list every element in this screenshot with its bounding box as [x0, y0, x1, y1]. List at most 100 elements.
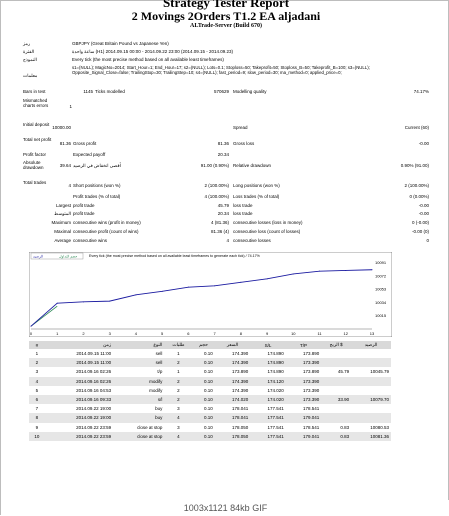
table-row: 1 2014.09.15 11:00 sell 1 0.10 174.390 174.890…	[29, 349, 391, 358]
table-row: 2 2014.09.15 11:00 sell 2 0.10 174.390 174.890…	[29, 358, 391, 368]
table-row: 10 2014.09.22 23:59 close at stop 4 0.10 178.…	[29, 431, 391, 441]
table-cell: 179.041	[285, 431, 322, 441]
max-drawdown-value: 91.00 (0.90%)	[200, 163, 229, 168]
table-header-row: # زمن النوع طلبات حجم السعر S/L T/P الربح $ الرصي…	[29, 341, 391, 349]
gross-loss-label: Gross loss	[233, 141, 255, 146]
table-cell: 1	[35, 351, 39, 357]
table-cell: 177.541	[250, 431, 286, 441]
balance-point	[135, 294, 137, 296]
column-header: الربح $	[321, 341, 352, 349]
parameters-value: s1=(NULL); MagicNo=2014; Start_Hour=1; E…	[72, 65, 370, 75]
table-cell: 2014.09.16 02:26	[44, 376, 114, 386]
table-cell	[351, 413, 391, 423]
table-cell	[351, 386, 391, 395]
short-positions-value: 2 (100.00%)	[204, 183, 229, 188]
balance-point	[345, 269, 347, 271]
max-consecutive-wins-label: consecutive wins (profit in money)	[73, 220, 141, 225]
balance-point	[214, 285, 216, 287]
table-cell: 0.10	[192, 394, 215, 405]
table-cell	[351, 358, 391, 368]
table-row: 9 2014.09.22 23:59 close at stop 3 0.10 178.0…	[29, 423, 391, 432]
table-cell: 178.050	[214, 431, 251, 441]
table-cell: 178.541	[302, 406, 320, 412]
maximal-loss-label: consecutive loss (count of losses)	[233, 229, 301, 234]
table-cell	[351, 349, 391, 358]
deals-table: # زمن النوع طلبات حجم السعر S/L T/P الربح $ الرصي…	[29, 341, 391, 441]
table-cell: 4	[29, 376, 45, 386]
column-header: طلبات	[164, 341, 193, 349]
table-cell: 0.10	[192, 413, 215, 423]
expected-payoff-value: 20.34	[217, 152, 229, 157]
average-profit-label: profit trade	[73, 211, 95, 216]
x-tick-label: 13	[370, 331, 375, 336]
image-info-text: 1003x1121 84kb GIF	[183, 503, 268, 513]
table-cell: 178.541	[302, 424, 320, 430]
table-cell: 177.541	[267, 406, 284, 412]
table-cell: 2	[164, 358, 193, 368]
loss-trades-value: 0 (0.00%)	[409, 194, 429, 199]
table-cell	[321, 376, 352, 386]
profit-trades-value: 4 (100.00%)	[204, 194, 229, 199]
table-cell: 3	[177, 406, 180, 412]
ticks-value: 570629	[213, 89, 229, 94]
table-cell: 0.10	[204, 406, 213, 412]
table-cell: 2014.09.22 23:59	[76, 424, 112, 430]
table-cell	[321, 386, 351, 395]
deposit-value: 10000.00	[52, 125, 71, 130]
table-cell: 2014.09.15 11:00	[76, 351, 112, 357]
column-header: الرصيد	[351, 341, 391, 349]
chart-legend-entry: الرصيد	[33, 254, 43, 259]
column-header: S/L	[250, 341, 286, 349]
table-cell	[321, 413, 352, 423]
table-cell: 1	[177, 369, 180, 375]
table-cell: 0.10	[204, 424, 213, 430]
table-cell	[321, 404, 351, 413]
table-cell: 177.541	[250, 413, 286, 423]
chart-border	[29, 252, 392, 337]
table-cell: 2	[164, 376, 193, 386]
balance-point	[187, 286, 189, 288]
balance-point	[371, 269, 373, 271]
table-cell: buy	[155, 406, 163, 412]
table-cell: 10080.53	[370, 424, 389, 430]
table-cell: sell	[113, 358, 165, 368]
report-subtitle: 2 Movings 2Orders T1.2 EA aljadani	[131, 9, 321, 23]
max-consecutive-losses-label: consecutive losses (loss in money)	[233, 220, 303, 225]
table-cell: 2014.09.22 19:00	[76, 406, 112, 412]
table-cell: 10081.36	[351, 431, 391, 441]
table-cell: 178.050	[231, 424, 249, 430]
chart-legend-entry: حجم التداول	[59, 254, 78, 259]
table-cell: 174.020	[267, 387, 284, 393]
table-cell: 2	[177, 387, 180, 393]
column-header: #	[29, 341, 45, 349]
table-cell: close at stop	[113, 431, 165, 441]
table-cell: 2014.09.15 11:00	[44, 358, 114, 368]
table-cell: modify	[149, 387, 163, 393]
table-cell: 0.10	[192, 358, 215, 368]
table-cell: 7	[35, 406, 39, 412]
mismatch-label: Mismatched charts errors	[23, 98, 49, 108]
gross-loss-value: -0.00	[418, 141, 429, 146]
column-header: زمن	[44, 341, 114, 349]
short-positions-label: Short positions (won %)	[73, 183, 121, 188]
max-drawdown-label: أقصى انخفاض في الرصيد	[73, 163, 121, 168]
table-cell: t/p	[157, 369, 163, 375]
table-cell: 174.390	[231, 351, 249, 357]
maximal-profit-label: consecutive profit (count of wins)	[73, 229, 139, 234]
ticks-label: Ticks modelled	[95, 89, 125, 94]
table-cell: 33.90	[321, 394, 352, 405]
table-cell: close at stop	[137, 424, 163, 430]
maximal-profit-value: 81.36 (4)	[210, 229, 229, 234]
symbol-value: GBPJPY (Great Britain Pound vs Japanese …	[72, 41, 169, 46]
column-header: النوع	[113, 341, 165, 349]
balance-point	[292, 273, 294, 275]
period-value: ساعة واحدة (H1) 2014.09.15 00:00 - 2014.…	[72, 49, 234, 54]
server-name: ALTrade-Server (Build 670)	[190, 23, 262, 29]
table-cell: 3	[177, 424, 180, 430]
table-cell: 3	[35, 369, 39, 375]
table-cell: 0.10	[204, 351, 213, 357]
absolute-drawdown-value: 39.64	[59, 163, 71, 168]
table-cell: 2014.09.22 23:59	[44, 431, 114, 441]
average-wins-value: 4	[226, 238, 229, 243]
table-cell: 10079.70	[351, 394, 391, 405]
